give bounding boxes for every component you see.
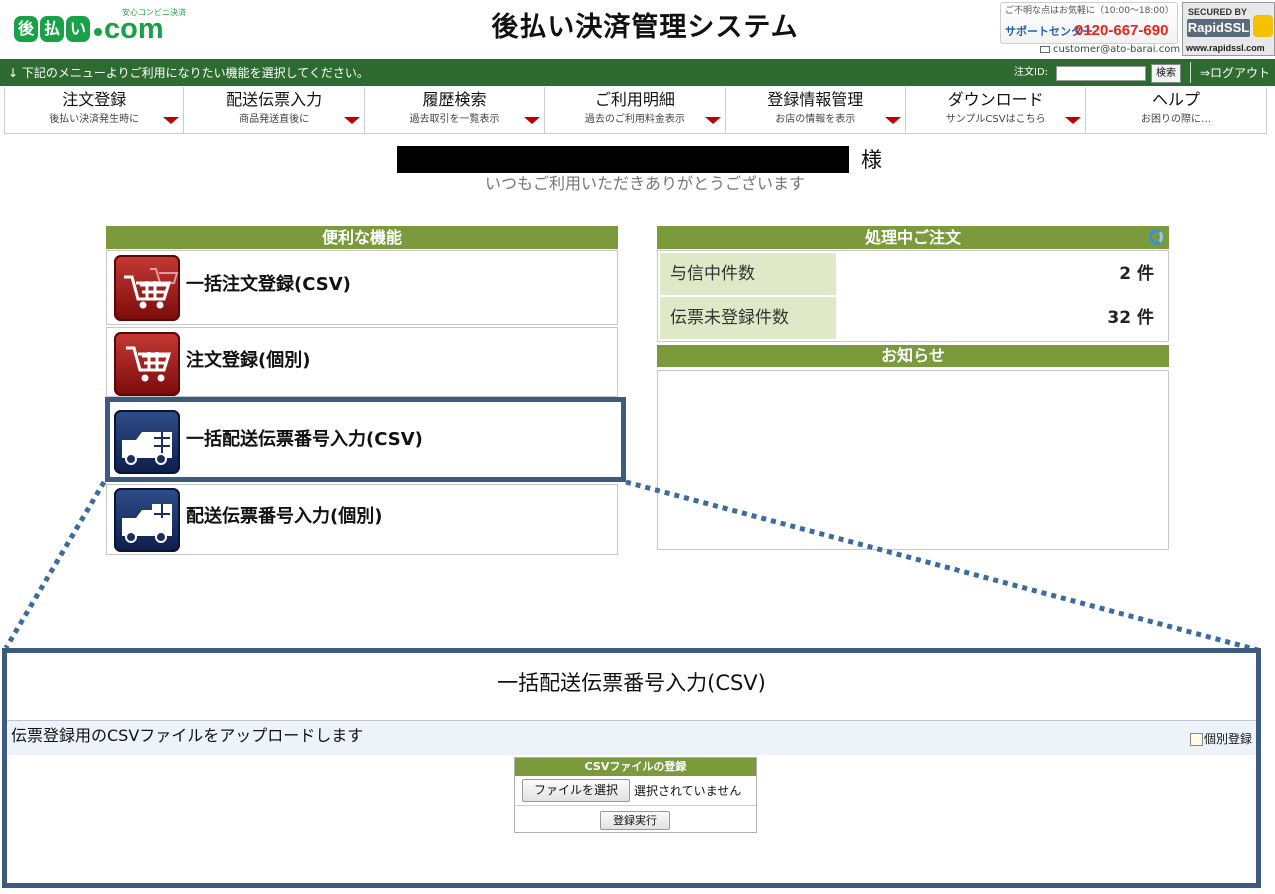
row-label: 与信中件数 bbox=[660, 253, 836, 295]
cart-icon bbox=[114, 255, 180, 321]
nav-item-subtitle: お困りの際に… bbox=[1141, 114, 1212, 125]
nav-item-subtitle: 過去のご利用料金表示 bbox=[584, 114, 685, 125]
nav-item-title: ダウンロード bbox=[947, 90, 1044, 109]
nav-item-title: ヘルプ bbox=[1152, 90, 1201, 109]
nav-item-download[interactable]: ダウンロード サンプルCSVはこちら bbox=[905, 87, 1087, 134]
feature-bulk-order-csv[interactable]: 一括注文登録(CSV) bbox=[106, 250, 618, 325]
feature-label: 注文登録(個別) bbox=[186, 350, 311, 371]
support-hours: ご不明な点はお気軽に（10:00〜18:00） bbox=[1005, 6, 1174, 16]
nav-item-subtitle: お店の情報を表示 bbox=[775, 114, 856, 125]
main-nav: 注文登録 後払い決済発生時に 配送伝票入力 商品発送直後に 履歴検索 過去取引を… bbox=[4, 87, 1267, 134]
processing-table: 与信中件数 2 件 伝票未登録件数 32 件 bbox=[657, 250, 1169, 342]
envelope-icon bbox=[1040, 45, 1050, 53]
toolbar-divider bbox=[1190, 62, 1191, 83]
nav-item-title: 登録情報管理 bbox=[767, 90, 864, 109]
dropdown-arrow-icon bbox=[163, 117, 180, 124]
feature-single-order[interactable]: 注文登録(個別) bbox=[106, 327, 618, 397]
zoom-callout: 一括配送伝票番号入力(CSV) 伝票登録用のCSVファイルをアップロードします … bbox=[2, 648, 1261, 888]
feature-label: 配送伝票番号入力(個別) bbox=[186, 506, 383, 527]
nav-item-title: ご利用明細 bbox=[594, 90, 675, 109]
individual-registration-text: 個別登録 bbox=[1203, 732, 1252, 746]
logo-char: 後 bbox=[14, 16, 38, 42]
features-header: 便利な機能 bbox=[106, 226, 618, 249]
upload-description: 伝票登録用のCSVファイルをアップロードします bbox=[11, 726, 364, 745]
processing-header: 処理中ご注文 bbox=[657, 226, 1169, 249]
dropdown-arrow-icon bbox=[343, 117, 360, 124]
site-logo[interactable]: 後 払 い com 安心コンビニ決済 bbox=[14, 8, 186, 48]
dropdown-arrow-icon bbox=[1065, 117, 1082, 124]
page-title: 後払い決済管理システム bbox=[491, 12, 799, 43]
highlight-frame bbox=[105, 397, 626, 482]
support-phone: 0120-667-690 bbox=[1075, 22, 1169, 39]
row-value[interactable]: 2 件 bbox=[1119, 253, 1154, 295]
table-row: 伝票未登録件数 32 件 bbox=[660, 297, 1166, 339]
nav-item-order-registration[interactable]: 注文登録 後払い決済発生時に bbox=[4, 87, 185, 134]
dropdown-arrow-icon bbox=[884, 117, 901, 124]
support-email[interactable]: customer@ato-barai.com bbox=[1040, 44, 1180, 56]
dropdown-arrow-icon bbox=[704, 117, 721, 124]
cart-icon bbox=[114, 332, 180, 396]
nav-item-shipping-slip[interactable]: 配送伝票入力 商品発送直後に bbox=[184, 87, 365, 134]
thanks-message: いつもご利用いただきありがとうございます bbox=[484, 174, 805, 193]
table-row: 与信中件数 2 件 bbox=[660, 253, 1166, 295]
redacted-customer-name bbox=[397, 146, 849, 173]
ssl-brand: RapidSSL bbox=[1187, 19, 1250, 37]
nav-item-account-info[interactable]: 登録情報管理 お店の情報を表示 bbox=[725, 87, 906, 134]
nav-item-subtitle: 商品発送直後に bbox=[239, 114, 310, 125]
logo-tagline: 安心コンビニ決済 bbox=[122, 8, 186, 17]
honorific: 様 bbox=[861, 148, 882, 172]
individual-registration-link[interactable]: 個別登録 bbox=[1189, 731, 1252, 747]
logout-link[interactable]: ⇒ログアウト bbox=[1200, 66, 1270, 80]
ssl-seal[interactable]: SECURED BY RapidSSL www.rapidssl.com bbox=[1182, 2, 1275, 56]
row-value[interactable]: 32 件 bbox=[1107, 297, 1154, 339]
feature-label: 一括注文登録(CSV) bbox=[186, 274, 351, 295]
support-email-text: customer@ato-barai.com bbox=[1053, 44, 1181, 55]
logo-char: い bbox=[66, 16, 90, 42]
register-submit-button[interactable]: 登録実行 bbox=[600, 811, 670, 830]
choose-file-button[interactable]: ファイルを選択 bbox=[522, 779, 630, 802]
refresh-icon[interactable] bbox=[1149, 229, 1163, 245]
support-center-banner: ご不明な点はお気軽に（10:00〜18:00） サポートセンター 0120-66… bbox=[1000, 2, 1178, 44]
logo-char: 払 bbox=[40, 16, 64, 42]
notice-box bbox=[657, 370, 1169, 550]
nav-item-subtitle: 過去取引を一覧表示 bbox=[409, 114, 500, 125]
notice-header: お知らせ bbox=[657, 345, 1169, 367]
file-row: ファイルを選択 選択されていません bbox=[515, 776, 756, 806]
search-button[interactable]: 検索 bbox=[1151, 64, 1181, 83]
processing-title: 処理中ご注文 bbox=[864, 228, 961, 247]
instruction-bar: ↓ 下記のメニューよりご利用になりたい機能を選択してください。 注文ID: 検索… bbox=[0, 59, 1275, 86]
dropdown-arrow-icon bbox=[524, 117, 541, 124]
lock-icon bbox=[1253, 15, 1273, 37]
no-file-text: 選択されていません bbox=[634, 784, 742, 798]
order-id-input[interactable] bbox=[1056, 66, 1146, 81]
nav-item-subtitle: 後払い決済発生時に bbox=[49, 114, 140, 125]
csv-upload-form: CSVファイルの登録 ファイルを選択 選択されていません 登録実行 bbox=[514, 757, 757, 833]
instruction-message: ↓ 下記のメニューよりご利用になりたい機能を選択してください。 bbox=[8, 66, 369, 80]
nav-item-usage-statement[interactable]: ご利用明細 過去のご利用料金表示 bbox=[545, 87, 726, 134]
nav-item-subtitle: サンプルCSVはこちら bbox=[945, 114, 1046, 125]
upload-page-title: 一括配送伝票番号入力(CSV) bbox=[497, 671, 766, 695]
ssl-top-text: SECURED BY bbox=[1188, 7, 1248, 17]
logo-jp-mark: 後 払 い bbox=[14, 16, 90, 42]
row-label: 伝票未登録件数 bbox=[660, 297, 836, 339]
order-id-label: 注文ID: bbox=[1014, 67, 1049, 78]
nav-item-title: 注文登録 bbox=[62, 90, 127, 109]
nav-item-title: 配送伝票入力 bbox=[226, 90, 323, 109]
logo-dot bbox=[94, 28, 102, 36]
feature-single-shipping[interactable]: 配送伝票番号入力(個別) bbox=[106, 484, 618, 555]
nav-item-help[interactable]: ヘルプ お困りの際に… bbox=[1086, 87, 1267, 134]
nav-item-title: 履歴検索 bbox=[422, 90, 487, 109]
truck-icon bbox=[114, 488, 180, 552]
form-header: CSVファイルの登録 bbox=[515, 758, 756, 776]
nav-item-history-search[interactable]: 履歴検索 過去取引を一覧表示 bbox=[364, 87, 546, 134]
ssl-url: www.rapidssl.com bbox=[1186, 43, 1265, 53]
edit-icon bbox=[1189, 733, 1203, 746]
